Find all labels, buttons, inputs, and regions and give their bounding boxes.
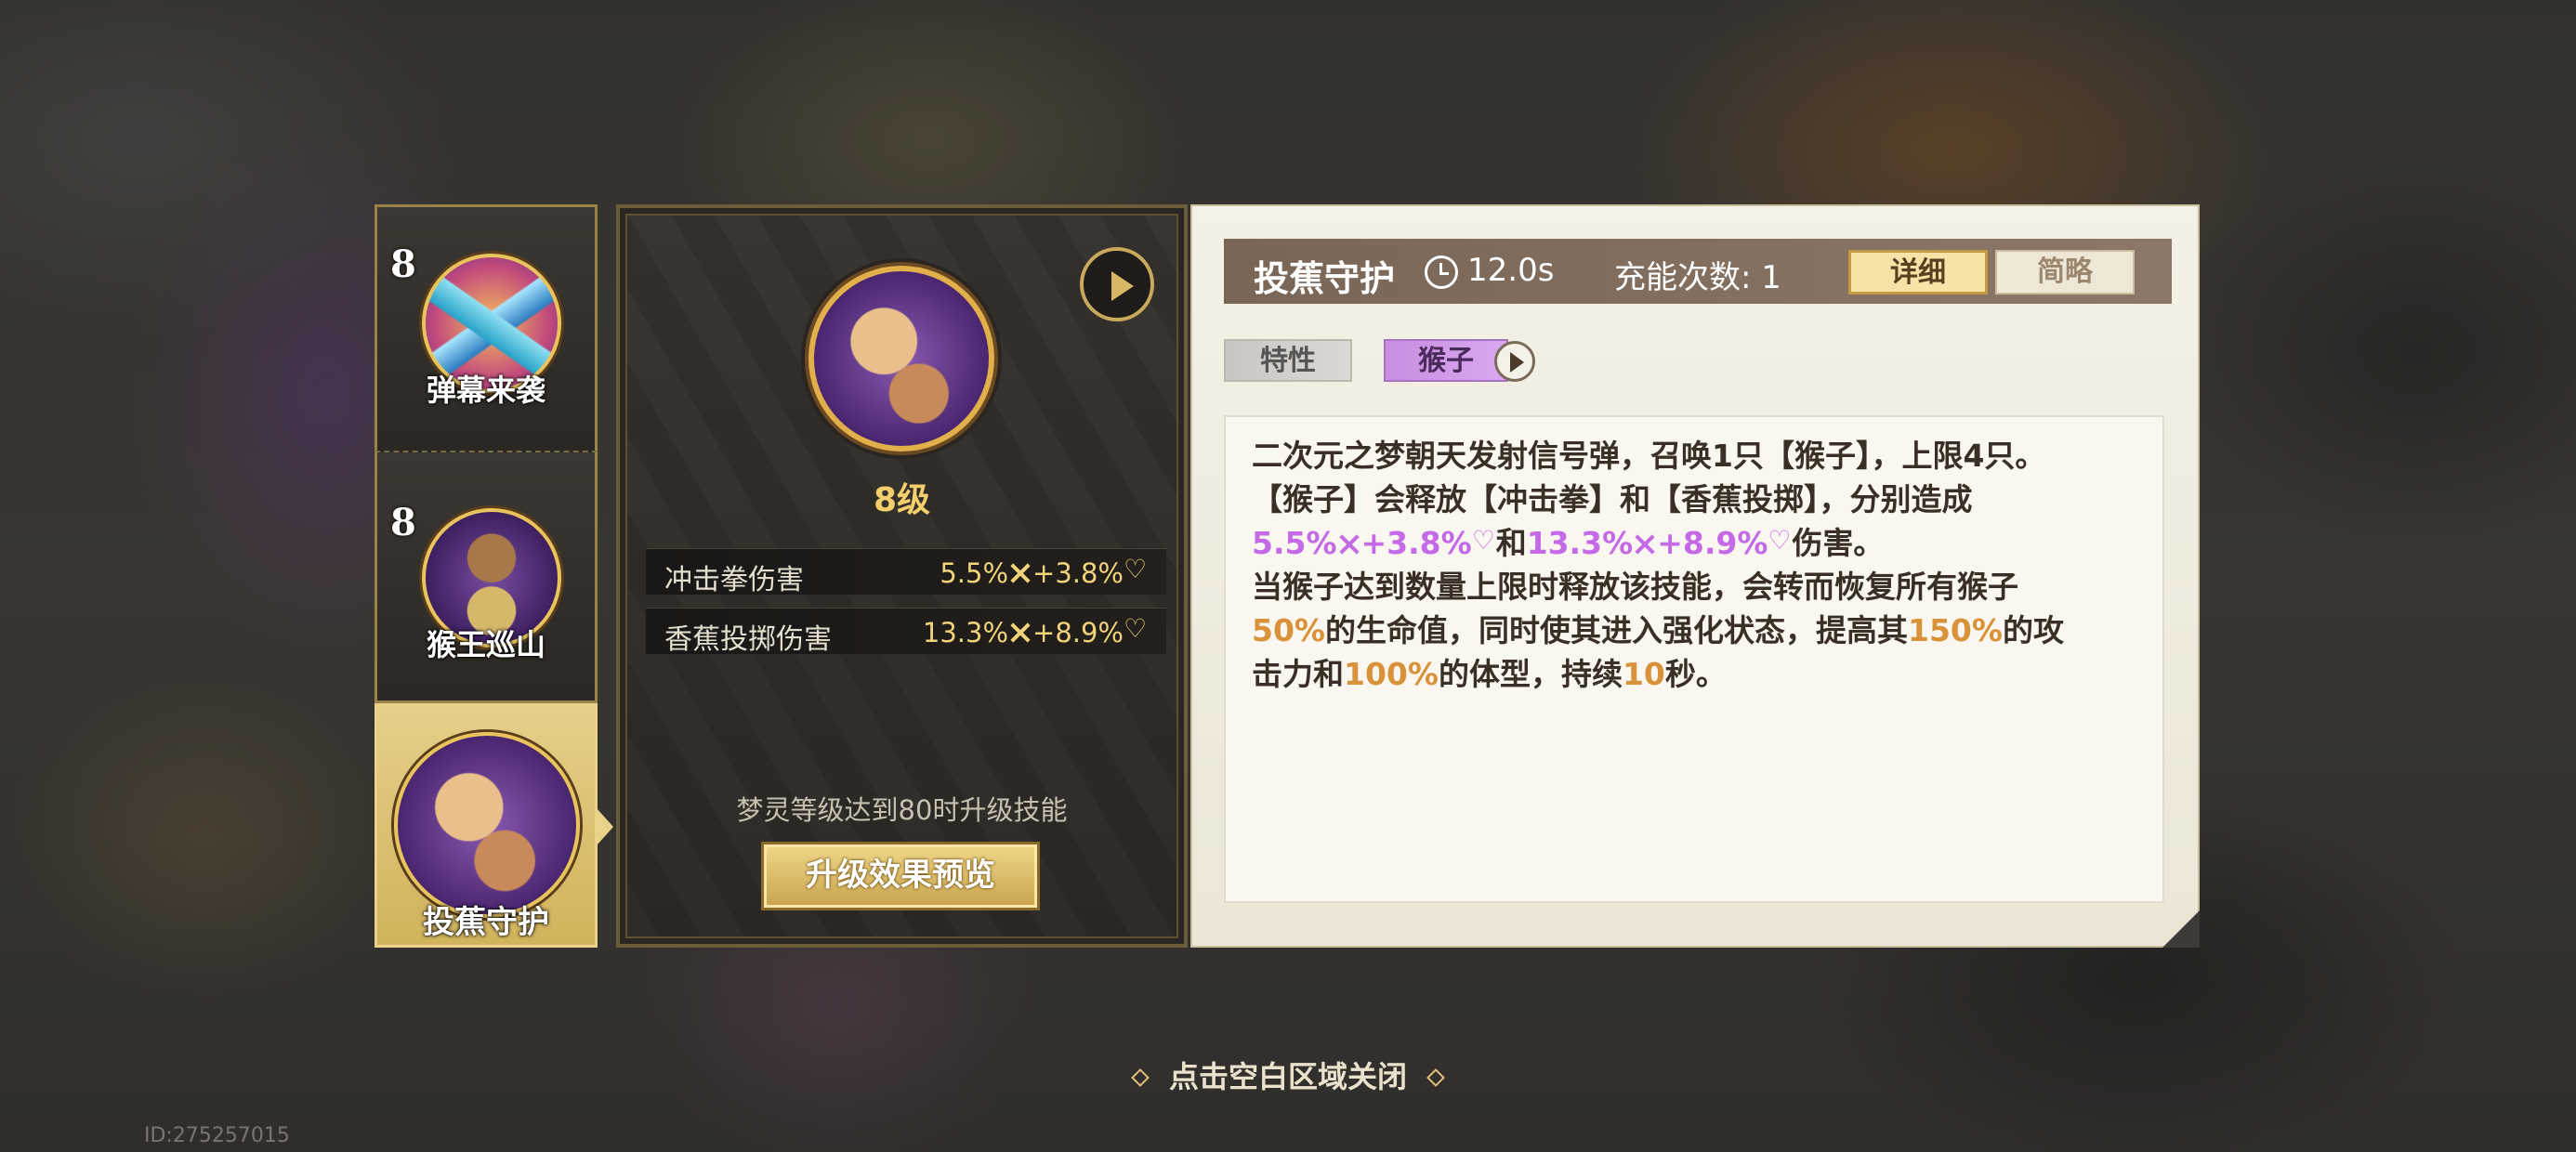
skill-name: 猴王巡山: [426, 627, 545, 662]
skill-description: 二次元之梦朝天发射信号弹，召唤1只【猴子】，上限4只。 【猴子】会释放【冲击拳】…: [1224, 415, 2164, 903]
cooldown-time: 12.0s: [1467, 252, 1555, 289]
skill-level-label: 8级: [873, 481, 931, 519]
monkey-banana-icon: [394, 732, 580, 918]
desc-line: 50%的生命值，同时使其进入强化状态，提高其150%的攻: [1252, 609, 2136, 652]
skill-card-danmu[interactable]: 8 弹幕来袭: [375, 204, 598, 451]
panel-corner: [2162, 910, 2200, 948]
stat-row-punch: 冲击拳伤害 5.5% +3.8%: [646, 548, 1166, 596]
desc-value: 150%: [1908, 612, 2003, 648]
skill-level: 8: [390, 242, 416, 286]
desc-value: 50%: [1252, 612, 1325, 648]
skill-title: 投蕉守护: [1254, 258, 1396, 299]
stat-value-hp: +3.8%: [1032, 557, 1124, 589]
desc-line: 击力和100%的体型，持续10秒。: [1252, 652, 2136, 696]
heart-icon: [1124, 615, 1148, 645]
sword-icon: [1633, 532, 1657, 556]
skill-title-bar: 投蕉守护 12.0s 充能次数: 1 详细 简略: [1224, 239, 2172, 304]
skill-name: 投蕉守护: [423, 904, 549, 941]
desc-text: 的攻: [2002, 612, 2064, 648]
skill-card-banana-guard-selected[interactable]: 投蕉守护: [375, 703, 613, 948]
monkey-banana-icon: [808, 266, 994, 452]
skill-level: 8: [390, 501, 416, 544]
desc-value: +8.9%: [1657, 525, 1768, 561]
desc-text: 和: [1495, 525, 1527, 561]
stat-value: 13.3% +8.9%: [922, 615, 1148, 648]
desc-value: +3.8%: [1360, 525, 1472, 561]
desc-value: 13.3%: [1526, 525, 1634, 561]
desc-line: 当猴子达到数量上限时释放该技能，会转而恢复所有猴子: [1252, 569, 2018, 605]
charge-count: 充能次数: 1: [1614, 259, 1781, 296]
tab-detail[interactable]: 详细: [1848, 250, 1988, 295]
tag-monkey[interactable]: 猴子: [1384, 339, 1508, 382]
desc-text: 伤害。: [1792, 525, 1885, 561]
desc-text: 击力和: [1252, 656, 1344, 692]
stat-label: 冲击拳伤害: [664, 564, 804, 596]
skill-detail-panel: 投蕉守护 12.0s 充能次数: 1 详细 简略 特性 猴子 二次元之梦朝天发射…: [1190, 204, 2200, 948]
stat-row-banana: 香蕉投掷伤害 13.3% +8.9%: [646, 608, 1166, 656]
heart-icon: [1472, 527, 1496, 556]
skill-card-monkey-king[interactable]: 8 猴王巡山: [375, 451, 598, 703]
stat-value-atk: 13.3%: [922, 617, 1009, 648]
close-hint-text: 点击空白区域关闭: [1168, 1059, 1407, 1094]
skill-level-panel: 8级 冲击拳伤害 5.5% +3.8% 香蕉投掷伤害 13.3% +8.9% 梦灵等…: [616, 204, 1188, 948]
desc-line: 5.5% +3.8% 和13.3% +8.9% 伤害。: [1252, 521, 2136, 565]
heart-icon: [1768, 527, 1792, 556]
play-video-button[interactable]: [1080, 247, 1154, 321]
skill-list: 8 弹幕来袭 8 猴王巡山 投蕉守护: [375, 204, 613, 948]
stat-value: 5.5% +3.8%: [940, 556, 1148, 589]
desc-value: 100%: [1344, 656, 1439, 692]
skill-name: 弹幕来袭: [426, 373, 545, 408]
tag-trait[interactable]: 特性: [1224, 339, 1352, 382]
stat-value-hp: +8.9%: [1032, 617, 1124, 648]
tab-brief[interactable]: 简略: [1995, 250, 2135, 295]
desc-text: 秒。: [1664, 656, 1727, 692]
desc-text: 的体型，持续: [1438, 656, 1623, 692]
diamond-icon: [1131, 1068, 1150, 1087]
upgrade-hint: 梦灵等级达到80时升级技能: [736, 794, 1068, 826]
tag-arrow-icon[interactable]: [1494, 341, 1535, 382]
upgrade-preview-button[interactable]: 升级效果预览: [761, 842, 1040, 910]
sword-icon: [1337, 532, 1361, 556]
desc-value: 10: [1622, 656, 1665, 692]
clock-icon: [1425, 255, 1458, 289]
close-hint[interactable]: 点击空白区域关闭: [0, 1054, 2576, 1096]
desc-value: 5.5%: [1252, 525, 1337, 561]
user-id: ID:275257015: [144, 1124, 290, 1147]
sword-icon: [1008, 621, 1032, 645]
desc-line: 【猴子】会释放【冲击拳】和【香蕉投掷】，分别造成: [1252, 481, 1973, 517]
desc-line: 二次元之梦朝天发射信号弹，召唤1只【猴子】，上限4只。: [1252, 438, 2046, 474]
diamond-icon: [1426, 1068, 1445, 1087]
heart-icon: [1124, 556, 1148, 585]
sword-icon: [1008, 561, 1032, 585]
selected-arrow-icon: [597, 808, 613, 845]
stat-label: 香蕉投掷伤害: [664, 623, 832, 656]
stat-value-atk: 5.5%: [940, 557, 1009, 589]
desc-text: 的生命值，同时使其进入强化状态，提高其: [1325, 612, 1908, 648]
